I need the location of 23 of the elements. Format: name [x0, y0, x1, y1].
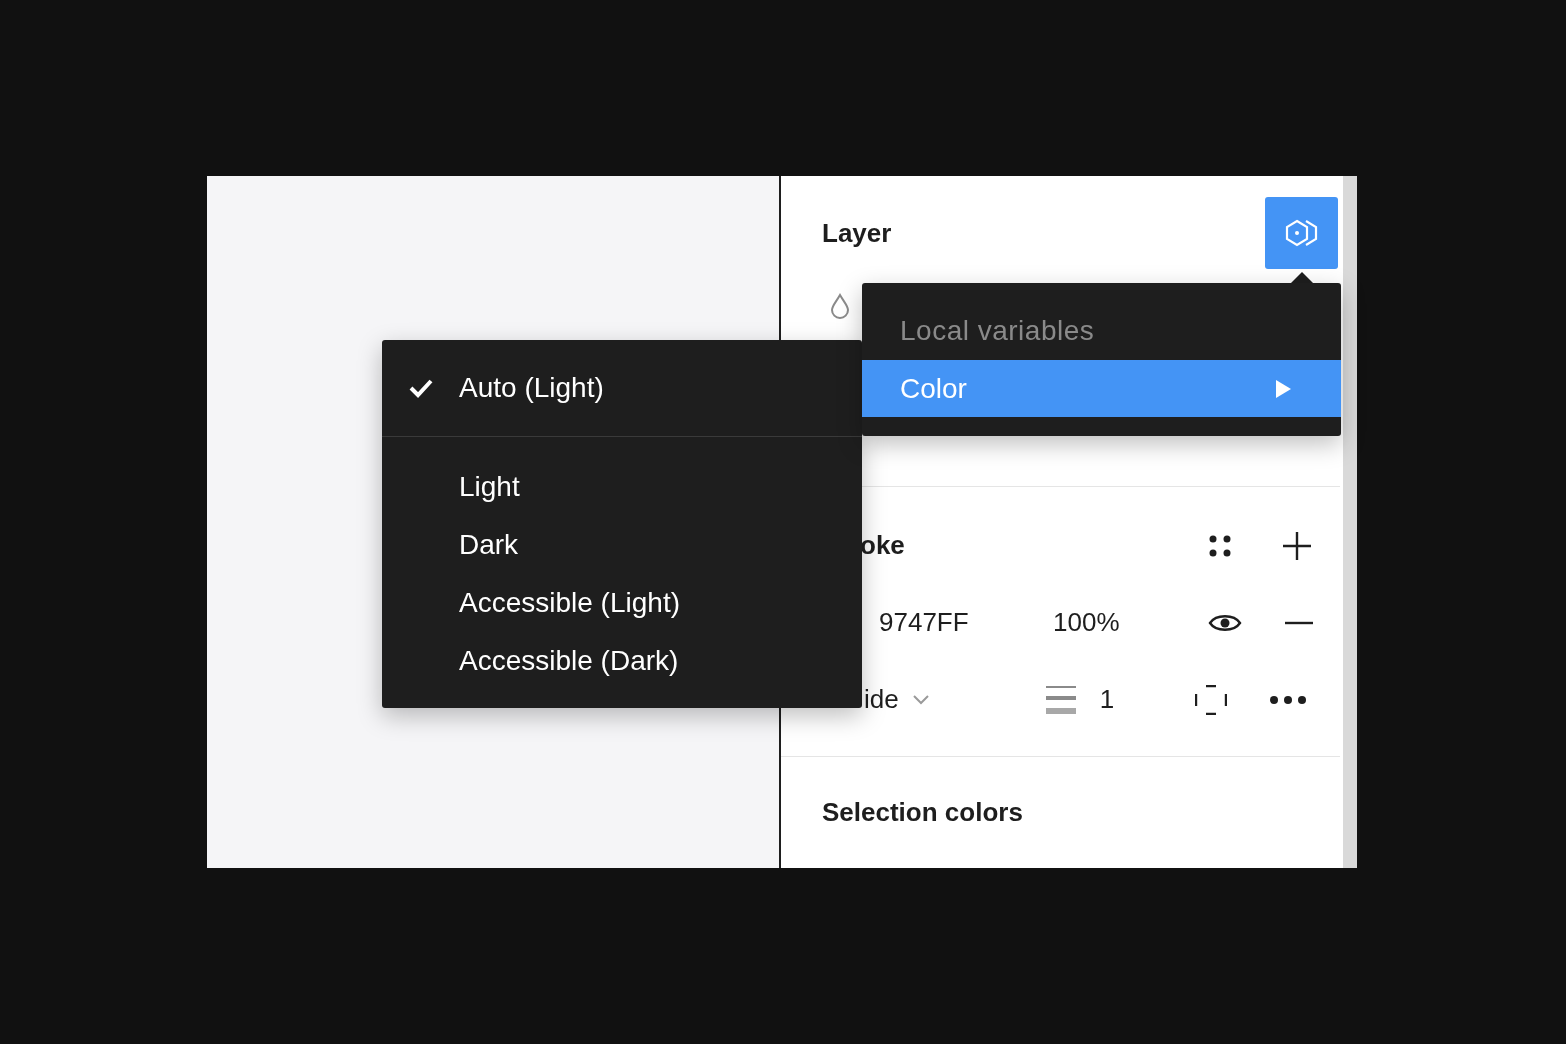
drop-icon	[830, 293, 850, 319]
menu-item[interactable]: Dark	[382, 516, 862, 574]
hexagon-icon	[1283, 219, 1320, 247]
color-hex[interactable]: 9747FF	[879, 603, 1053, 642]
minus-icon[interactable]	[1284, 620, 1314, 625]
plus-icon[interactable]	[1282, 530, 1312, 561]
opacity-value[interactable]: 100%	[1053, 603, 1208, 642]
section-title: oke	[860, 529, 906, 562]
menu-item[interactable]: Accessible (Light)	[382, 574, 862, 632]
more-icon[interactable]	[1268, 694, 1307, 705]
stroke-position[interactable]: ide	[864, 680, 899, 719]
chevron-down-icon[interactable]	[912, 694, 929, 705]
check-icon	[409, 378, 433, 398]
styles-icon[interactable]	[1208, 533, 1232, 558]
menu-item[interactable]: Accessible (Dark)	[382, 632, 862, 690]
menu-item[interactable]: Light	[382, 458, 862, 516]
variables-button[interactable]	[1265, 197, 1338, 269]
section-title: Layer	[822, 216, 892, 250]
section-title: Selection colors	[822, 796, 1023, 829]
scrollbar[interactable]	[1340, 176, 1357, 868]
stroke-weight-value[interactable]: 1	[1099, 680, 1195, 719]
menu-header: Local variables	[899, 313, 1096, 348]
stroke-weight-icon	[1045, 684, 1076, 715]
